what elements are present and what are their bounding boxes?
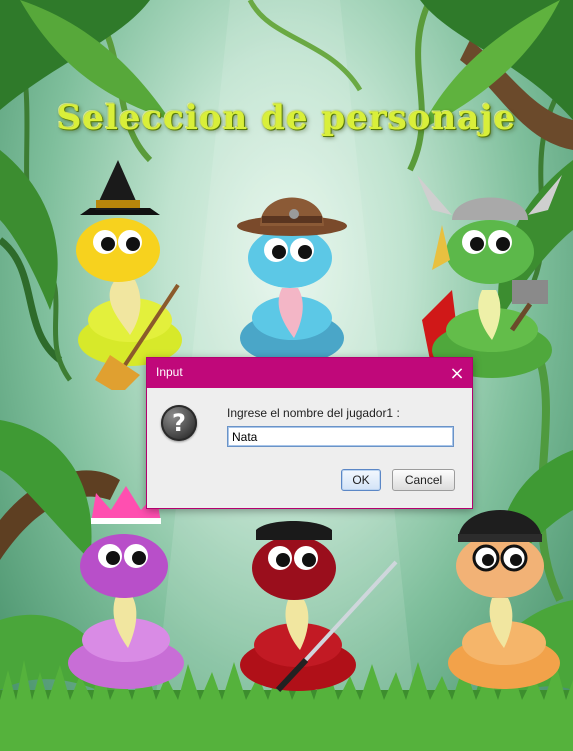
character-hipster-snake[interactable] (440, 498, 570, 698)
screen-title: Seleccion de personaje (56, 98, 517, 138)
character-ninja-snake[interactable] (238, 500, 398, 700)
dialog-prompt: Ingrese el nombre del jugador1 : (227, 406, 400, 420)
close-icon[interactable]: × (442, 358, 472, 388)
question-icon: ? (161, 405, 197, 441)
character-witch-snake[interactable] (60, 160, 200, 390)
dialog-title: Input (156, 365, 183, 379)
dialog-titlebar[interactable]: Input × (147, 358, 472, 388)
game-scene: Seleccion de personaje Input × ? Ingrese… (0, 0, 573, 751)
cancel-button[interactable]: Cancel (392, 469, 455, 491)
character-princess-snake[interactable] (66, 478, 196, 698)
input-dialog: Input × ? Ingrese el nombre del jugador1… (146, 357, 473, 509)
player-name-input[interactable] (227, 426, 454, 447)
character-cowboy-snake[interactable] (232, 178, 362, 378)
ok-button[interactable]: OK (341, 469, 381, 491)
